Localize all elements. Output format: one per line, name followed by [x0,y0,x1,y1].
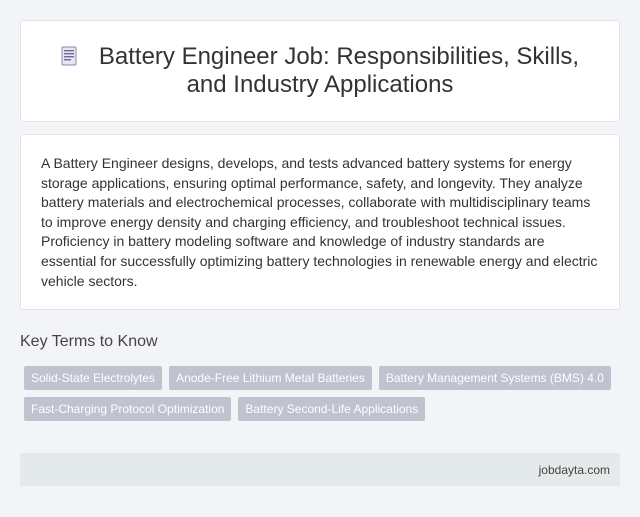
tag-anode-free-lithium-metal-batteries[interactable]: Anode-Free Lithium Metal Batteries [169,366,372,390]
page-title: Battery Engineer Job: Responsibilities, … [51,43,589,99]
tag-fast-charging-protocol-optimization[interactable]: Fast-Charging Protocol Optimization [24,397,232,421]
key-terms-list: Solid-State Electrolytes Anode-Free Lith… [20,366,620,421]
key-terms-heading: Key Terms to Know [20,333,158,350]
tag-battery-management-systems[interactable]: Battery Management Systems (BMS) 4.0 [378,366,611,390]
footer: jobdayta.com [20,453,620,486]
tag-battery-second-life-applications[interactable]: Battery Second-Life Applications [238,397,426,421]
footer-site-link[interactable]: jobdayta.com [539,463,610,477]
tag-solid-state-electrolytes[interactable]: Solid-State Electrolytes [24,366,163,390]
page: Battery Engineer Job: Responsibilities, … [0,0,640,517]
document-icon [61,46,77,66]
summary-text: A Battery Engineer designs, develops, an… [41,155,598,289]
page-title-text: Battery Engineer Job: Responsibilities, … [98,43,580,98]
title-card: Battery Engineer Job: Responsibilities, … [20,20,620,122]
summary-card: A Battery Engineer designs, develops, an… [20,134,620,310]
